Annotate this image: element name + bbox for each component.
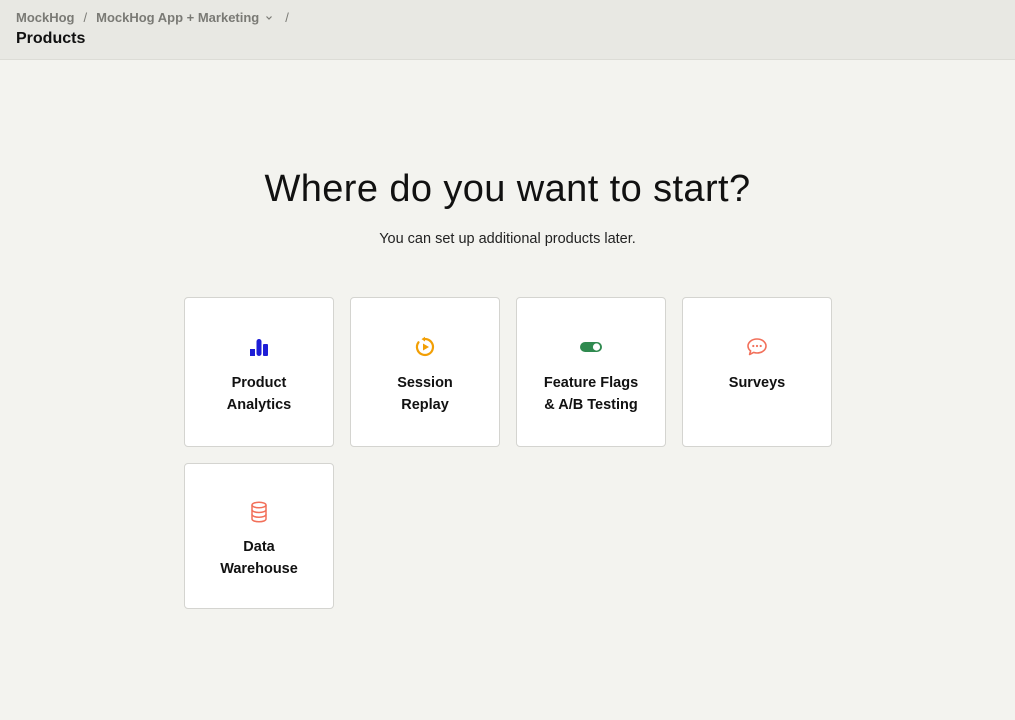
toggle-icon bbox=[517, 336, 665, 358]
product-card-feature-flags[interactable]: Feature Flags & A/B Testing bbox=[516, 297, 666, 447]
breadcrumb-separator: / bbox=[83, 10, 88, 25]
breadcrumb-org[interactable]: MockHog bbox=[16, 10, 75, 25]
product-card-session-replay[interactable]: Session Replay bbox=[350, 297, 500, 447]
page-title: Products bbox=[16, 30, 86, 47]
onboarding-subheading: You can set up additional products later… bbox=[379, 231, 636, 247]
product-card-surveys[interactable]: Surveys bbox=[682, 297, 832, 447]
database-icon bbox=[185, 501, 333, 523]
product-card-label: Data Warehouse bbox=[220, 539, 298, 577]
product-card-label: Session Replay bbox=[397, 375, 453, 413]
replay-icon bbox=[351, 336, 499, 358]
chat-bubble-icon bbox=[683, 336, 831, 358]
breadcrumb-project-label: MockHog App + Marketing bbox=[96, 10, 260, 25]
breadcrumb: MockHog / MockHog App + Marketing / bbox=[16, 10, 298, 25]
product-card-label: Product Analytics bbox=[226, 375, 292, 413]
chevron-down-icon bbox=[266, 15, 273, 20]
product-card-label: Feature Flags & A/B Testing bbox=[543, 375, 639, 413]
top-bar: MockHog / MockHog App + Marketing / Prod… bbox=[0, 0, 1015, 60]
product-card-data-warehouse[interactable]: Data Warehouse bbox=[184, 463, 334, 609]
product-card-product-analytics[interactable]: Product Analytics bbox=[184, 297, 334, 447]
breadcrumb-project[interactable]: MockHog App + Marketing bbox=[96, 10, 273, 25]
bar-chart-icon bbox=[185, 336, 333, 358]
product-card-label: Surveys bbox=[728, 375, 786, 391]
onboarding-heading: Where do you want to start? bbox=[264, 168, 751, 210]
breadcrumb-separator: / bbox=[285, 10, 289, 25]
